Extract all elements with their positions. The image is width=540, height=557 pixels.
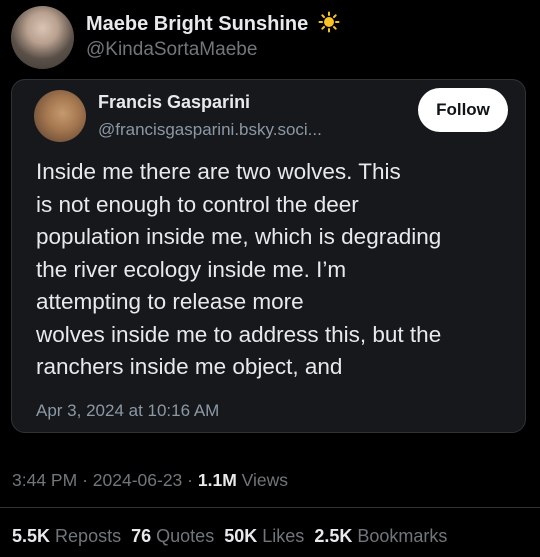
views-count: 1.1M xyxy=(197,470,237,490)
author-name[interactable]: Maebe Bright Sunshine xyxy=(86,11,340,36)
author-avatar[interactable] xyxy=(11,6,74,69)
post-metadata: 3:44 PM · 2024-06-23 · 1.1M Views xyxy=(12,470,288,491)
follow-button[interactable]: Follow xyxy=(418,88,508,132)
post-time[interactable]: 3:44 PM xyxy=(12,470,77,490)
quotes-label: Quotes xyxy=(156,526,215,546)
quotes-stat[interactable]: 76 Quotes xyxy=(131,526,219,546)
bookmarks-stat[interactable]: 2.5K Bookmarks xyxy=(314,526,447,546)
quoted-post-line: the river ecology inside me. I’m xyxy=(36,256,347,282)
quoted-author-name[interactable]: Francis Gasparini xyxy=(98,92,250,113)
author-handle[interactable]: @KindaSortaMaebe xyxy=(86,39,257,61)
quoted-author-avatar[interactable] xyxy=(34,90,86,142)
likes-label: Likes xyxy=(262,526,305,546)
separator-dot: · xyxy=(187,470,198,490)
quoted-post-line: population inside me, which is degrading xyxy=(36,224,442,249)
quoted-post-line: wolves inside me to address this, but th… xyxy=(36,321,442,347)
quoted-post-date[interactable]: Apr 3, 2024 at 10:16 AM xyxy=(36,401,219,421)
bookmarks-count: 2.5K xyxy=(314,526,353,546)
likes-count: 50K xyxy=(224,526,258,546)
quoted-post-card[interactable]: Francis Gasparini @francisgasparini.bsky… xyxy=(11,79,526,433)
quotes-count: 76 xyxy=(131,526,152,546)
quoted-post-line: Inside me there are two wolves. This xyxy=(36,159,401,184)
reposts-label: Reposts xyxy=(55,526,122,546)
author-name-text[interactable]: Maebe Bright Sunshine xyxy=(86,13,308,35)
reposts-stat[interactable]: 5.5K Reposts xyxy=(12,526,126,546)
quoted-post-line: attempting to release more xyxy=(36,289,304,314)
sun-icon xyxy=(318,11,340,33)
separator-dot: · xyxy=(82,470,93,490)
engagement-stats: 5.5K Reposts 76 Quotes 50K Likes 2.5K Bo… xyxy=(12,526,452,547)
divider xyxy=(0,507,540,508)
bookmarks-label: Bookmarks xyxy=(357,526,448,546)
quoted-post-line: ranchers inside me object, and xyxy=(36,354,343,379)
views-label: Views xyxy=(241,470,289,490)
reposts-count: 5.5K xyxy=(12,526,51,546)
quoted-post-line: is not enough to control the deer xyxy=(36,191,359,217)
post-date[interactable]: 2024-06-23 xyxy=(93,470,183,490)
quoted-author-handle[interactable]: @francisgasparini.bsky.soci... xyxy=(98,120,322,140)
quoted-post-text: Inside me there are two wolves. This is … xyxy=(36,156,516,384)
likes-stat[interactable]: 50K Likes xyxy=(224,526,309,546)
